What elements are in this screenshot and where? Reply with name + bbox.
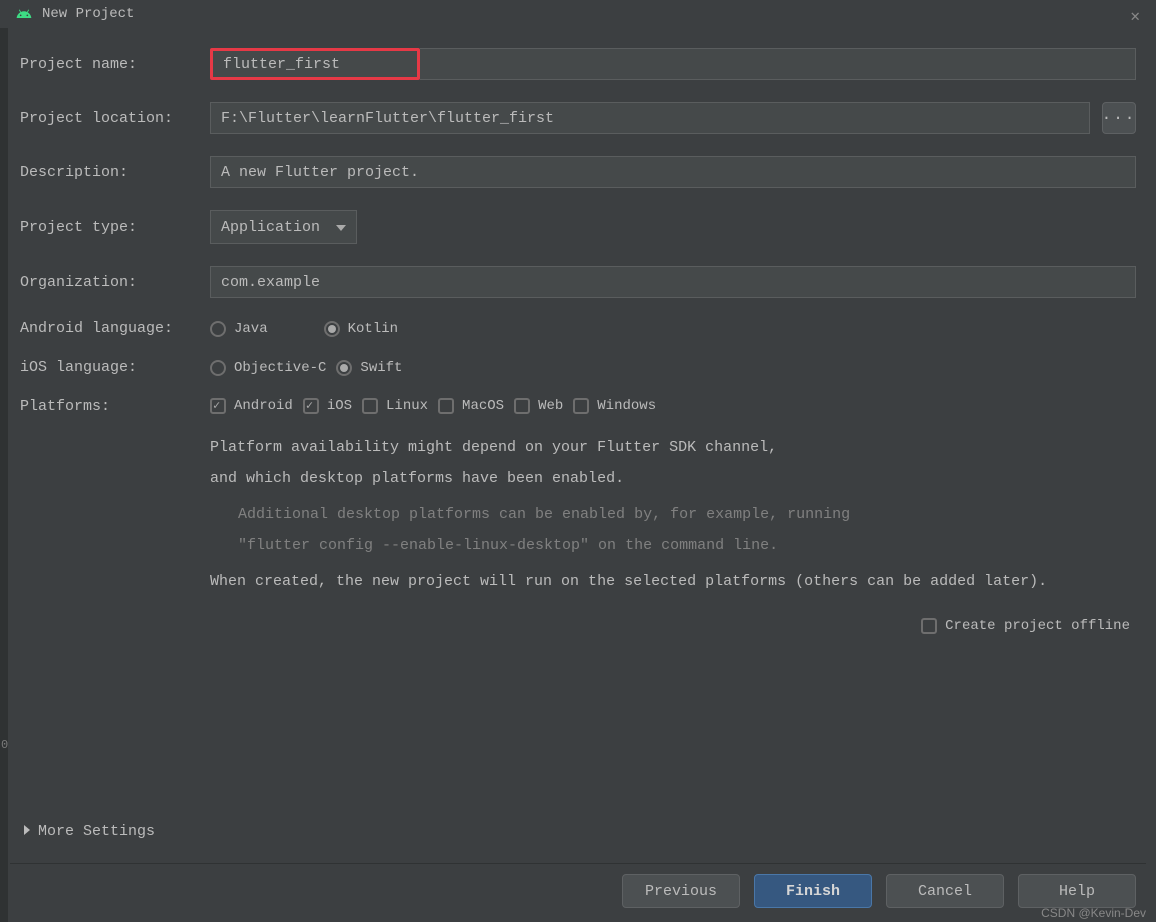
- previous-button[interactable]: Previous: [622, 874, 740, 908]
- platforms-label: Platforms:: [20, 398, 210, 415]
- project-name-input-ext[interactable]: [420, 48, 1136, 80]
- info-line5: When created, the new project will run o…: [210, 571, 1136, 594]
- checkbox-icon: [303, 398, 319, 414]
- ios-lang-objc-radio[interactable]: Objective-C: [210, 360, 326, 376]
- platform-macos-checkbox[interactable]: MacOS: [438, 398, 504, 414]
- project-name-input[interactable]: [210, 48, 420, 80]
- checkbox-label: MacOS: [462, 398, 504, 414]
- platform-android-checkbox[interactable]: Android: [210, 398, 293, 414]
- radio-label: Objective-C: [234, 360, 326, 376]
- info-line3: Additional desktop platforms can be enab…: [238, 504, 1136, 527]
- radio-label: Java: [234, 321, 268, 337]
- platform-linux-checkbox[interactable]: Linux: [362, 398, 428, 414]
- checkbox-icon: [210, 398, 226, 414]
- more-settings-label: More Settings: [38, 823, 155, 840]
- info-line2: and which desktop platforms have been en…: [210, 468, 1136, 491]
- platform-web-checkbox[interactable]: Web: [514, 398, 563, 414]
- checkbox-icon: [438, 398, 454, 414]
- close-icon[interactable]: ✕: [1130, 6, 1140, 26]
- finish-button[interactable]: Finish: [754, 874, 872, 908]
- radio-icon: [336, 360, 352, 376]
- project-location-label: Project location:: [20, 110, 210, 127]
- browse-location-button[interactable]: ···: [1102, 102, 1136, 134]
- separator: [10, 863, 1146, 864]
- chevron-down-icon: [336, 219, 346, 236]
- checkbox-icon: [921, 618, 937, 634]
- info-line4: "flutter config --enable-linux-desktop" …: [238, 535, 1136, 558]
- checkbox-icon: [514, 398, 530, 414]
- android-language-label: Android language:: [20, 320, 210, 337]
- cancel-button[interactable]: Cancel: [886, 874, 1004, 908]
- checkbox-label: Web: [538, 398, 563, 414]
- organization-label: Organization:: [20, 274, 210, 291]
- platform-windows-checkbox[interactable]: Windows: [573, 398, 656, 414]
- info-line1: Platform availability might depend on yo…: [210, 437, 1136, 460]
- radio-label: Kotlin: [348, 321, 398, 337]
- radio-icon: [210, 321, 226, 337]
- description-label: Description:: [20, 164, 210, 181]
- checkbox-label: Android: [234, 398, 293, 414]
- titlebar: New Project ✕: [0, 0, 1156, 28]
- project-type-value: Application: [221, 219, 320, 236]
- checkbox-label: iOS: [327, 398, 352, 414]
- checkbox-icon: [362, 398, 378, 414]
- window-title: New Project: [42, 6, 134, 22]
- android-lang-kotlin-radio[interactable]: Kotlin: [324, 321, 398, 337]
- expand-right-icon: [24, 823, 32, 840]
- help-button[interactable]: Help: [1018, 874, 1136, 908]
- more-settings-toggle[interactable]: More Settings: [24, 823, 155, 840]
- watermark-text: CSDN @Kevin-Dev: [1041, 906, 1146, 920]
- platform-ios-checkbox[interactable]: iOS: [303, 398, 352, 414]
- ios-lang-swift-radio[interactable]: Swift: [336, 360, 402, 376]
- ios-language-label: iOS language:: [20, 359, 210, 376]
- android-icon: [16, 6, 32, 22]
- checkbox-icon: [573, 398, 589, 414]
- checkbox-label: Windows: [597, 398, 656, 414]
- checkbox-label: Linux: [386, 398, 428, 414]
- organization-input[interactable]: [210, 266, 1136, 298]
- description-input[interactable]: [210, 156, 1136, 188]
- project-type-dropdown[interactable]: Application: [210, 210, 357, 244]
- project-type-label: Project type:: [20, 219, 210, 236]
- radio-icon: [324, 321, 340, 337]
- project-location-input[interactable]: [210, 102, 1090, 134]
- gutter-number: 0: [1, 738, 8, 752]
- checkbox-label: Create project offline: [945, 618, 1130, 634]
- radio-label: Swift: [360, 360, 402, 376]
- android-lang-java-radio[interactable]: Java: [210, 321, 268, 337]
- create-offline-checkbox[interactable]: Create project offline: [921, 618, 1130, 634]
- radio-icon: [210, 360, 226, 376]
- project-name-label: Project name:: [20, 56, 210, 73]
